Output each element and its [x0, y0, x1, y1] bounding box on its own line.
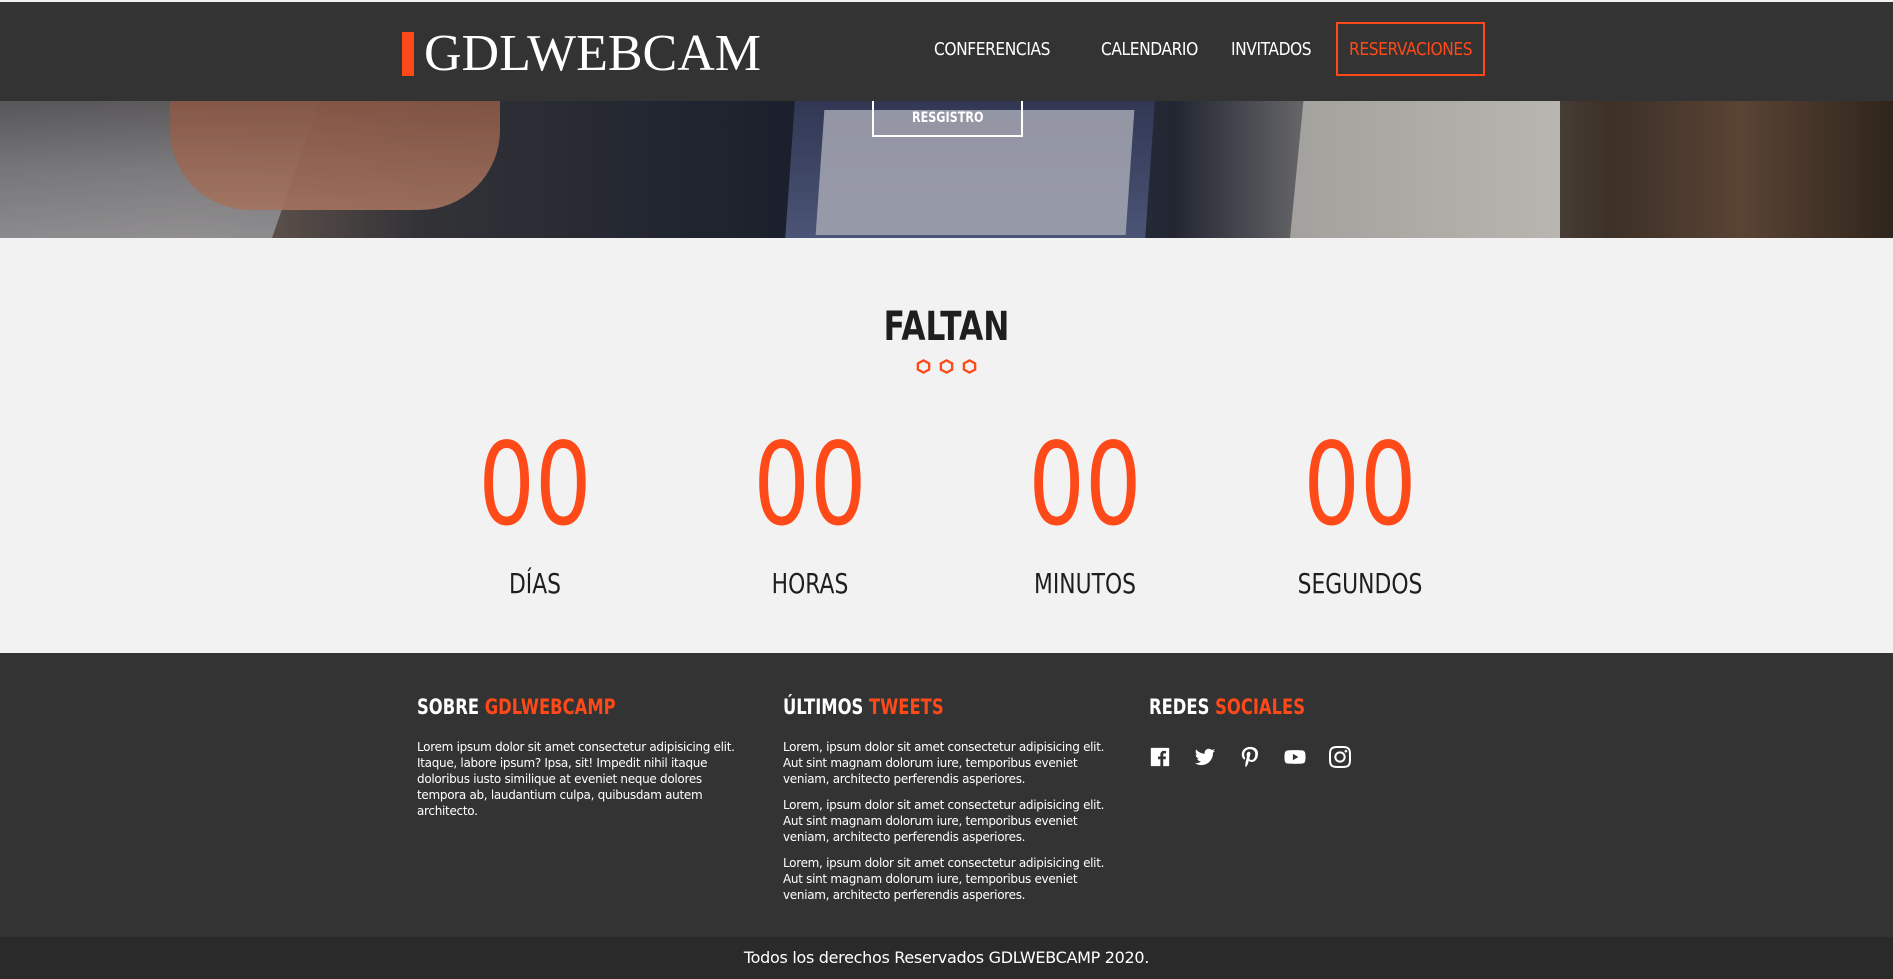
footer-about-title: SOBRE GDLWEBCAMP — [417, 695, 674, 719]
facebook-icon[interactable] — [1149, 746, 1171, 768]
nav-item-invitados[interactable]: INVITADOS — [1231, 23, 1336, 75]
nav-link-conferencias[interactable]: CONFERENCIAS — [934, 39, 1050, 60]
countdown-section: FALTAN 00 DÍAS 00 HORAS 00 MINUTOS 00 SE… — [0, 238, 1893, 653]
counter-minutes: 00 MINUTOS — [965, 418, 1205, 601]
youtube-icon[interactable] — [1284, 746, 1306, 768]
nav-item-reservaciones[interactable]: RESERVACIONES — [1336, 22, 1485, 76]
counter-hours-label: HORAS — [771, 567, 849, 600]
tweet-item: Lorem, ipsum dolor sit amet consectetur … — [783, 856, 1105, 902]
site-header: GDLWEBCAM CONFERENCIAS CALENDARIO INVITA… — [0, 2, 1893, 101]
logo-text: GDLWEBCAM — [424, 25, 762, 82]
instagram-icon[interactable] — [1329, 746, 1351, 768]
pinterest-icon[interactable] — [1239, 746, 1261, 768]
nav-item-conferencias[interactable]: CONFERENCIAS — [934, 23, 1101, 75]
counter-minutes-label: MINUTOS — [1033, 567, 1137, 600]
footer-tweets-title-accent: TWEETS — [869, 695, 944, 719]
nav-link-calendario[interactable]: CALENDARIO — [1101, 39, 1198, 60]
site-footer: SOBRE GDLWEBCAMP Lorem ipsum dolor sit a… — [0, 653, 1893, 937]
hexagon-icon — [939, 359, 954, 374]
footer-about-title-plain: SOBRE — [417, 695, 480, 719]
footer-social-title: REDES SOCIALES — [1149, 695, 1406, 719]
hexagon-icon — [916, 359, 931, 374]
counter-seconds: 00 SEGUNDOS — [1240, 418, 1480, 601]
counter-seconds-label: SEGUNDOS — [1297, 567, 1423, 600]
hexagon-icon — [962, 359, 977, 374]
footer-tweets-title-plain: ÚLTIMOS — [783, 695, 864, 719]
counter-days-value: 00 — [478, 418, 592, 551]
footer-about: SOBRE GDLWEBCAMP Lorem ipsum dolor sit a… — [417, 695, 747, 819]
counter-seconds-value: 00 — [1303, 418, 1417, 551]
nav-link-reservaciones[interactable]: RESERVACIONES — [1349, 39, 1473, 60]
counter-minutes-value: 00 — [1028, 418, 1142, 551]
copyright-text: Todos los derechos Reservados GDLWEBCAMP… — [0, 937, 1893, 979]
logo[interactable]: GDLWEBCAM — [402, 24, 761, 84]
tweet-item: Lorem, ipsum dolor sit amet consectetur … — [783, 740, 1105, 786]
counter-hours-value: 00 — [753, 418, 867, 551]
footer-tweets: ÚLTIMOS TWEETS Lorem, ipsum dolor sit am… — [783, 695, 1113, 913]
tweet-item: Lorem, ipsum dolor sit amet consectetur … — [783, 798, 1105, 844]
footer-social-title-plain: REDES — [1149, 695, 1210, 719]
counter-hours: 00 HORAS — [690, 418, 930, 601]
footer-social: REDES SOCIALES — [1149, 695, 1479, 768]
social-links — [1149, 746, 1479, 768]
twitter-icon[interactable] — [1194, 746, 1216, 768]
section-title: FALTAN — [883, 304, 1010, 350]
logo-accent-bar — [402, 32, 414, 76]
footer-about-title-accent: GDLWEBCAMP — [484, 695, 616, 719]
register-button[interactable]: RESGISTRO — [872, 100, 1023, 137]
footer-about-text: Lorem ipsum dolor sit amet consectetur a… — [417, 740, 735, 818]
hexagon-divider — [916, 359, 977, 374]
footer-social-title-accent: SOCIALES — [1215, 695, 1306, 719]
nav-item-calendario[interactable]: CALENDARIO — [1101, 23, 1231, 75]
tweet-list: Lorem, ipsum dolor sit amet consectetur … — [783, 739, 1113, 903]
register-button-label: RESGISTRO — [911, 109, 984, 126]
main-nav: CONFERENCIAS CALENDARIO INVITADOS RESERV… — [934, 22, 1485, 76]
counter-days-label: DÍAS — [508, 567, 562, 600]
footer-tweets-title: ÚLTIMOS TWEETS — [783, 695, 1040, 719]
counter-days: 00 DÍAS — [415, 418, 655, 601]
nav-link-invitados[interactable]: INVITADOS — [1231, 39, 1312, 60]
